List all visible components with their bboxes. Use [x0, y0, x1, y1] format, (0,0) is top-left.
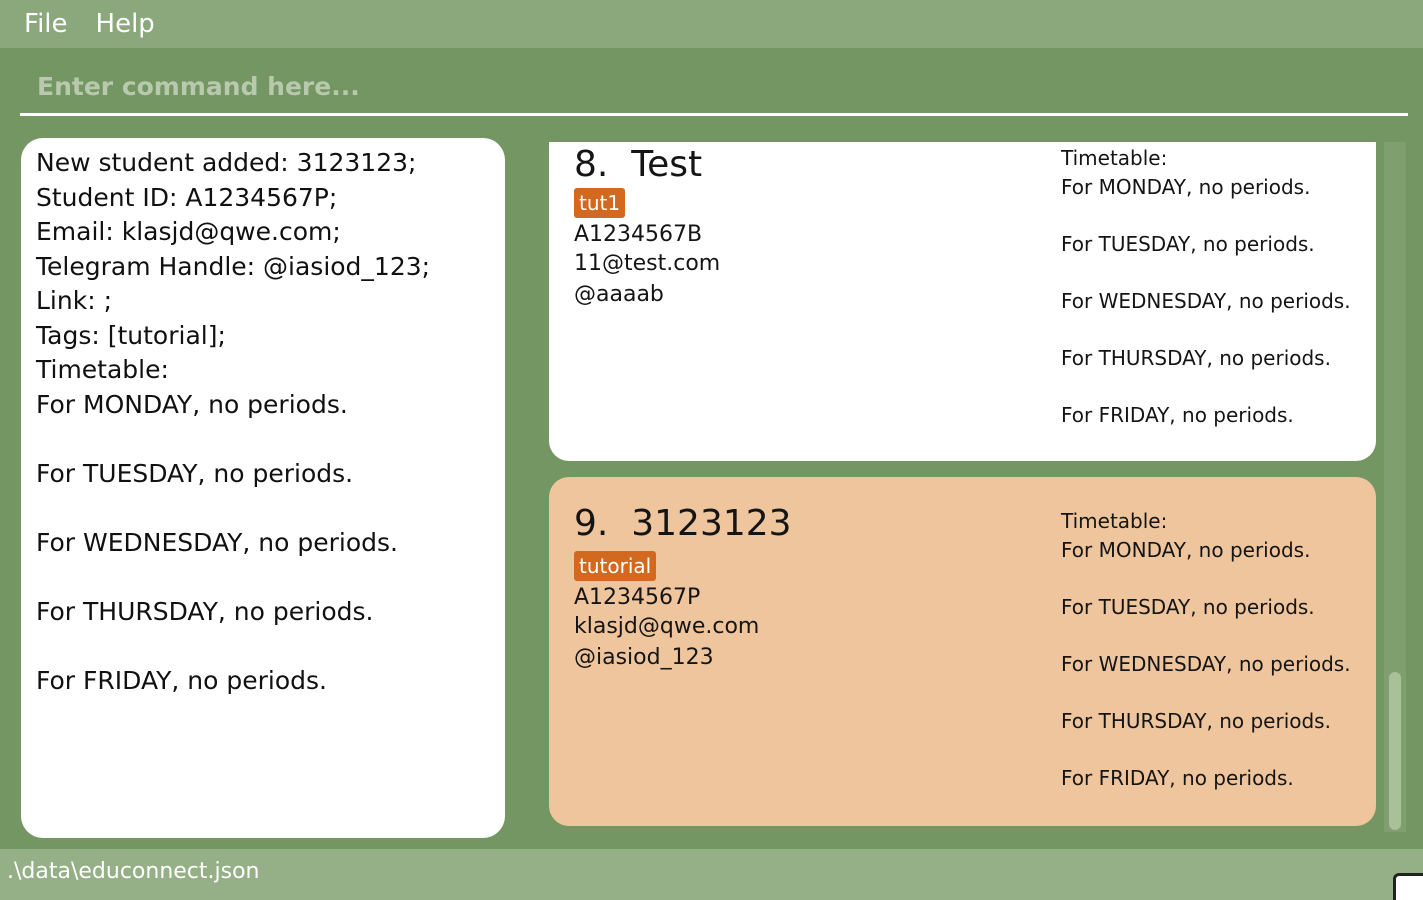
- result-line: For WEDNESDAY, no periods.: [36, 527, 398, 557]
- result-line: For THURSDAY, no periods.: [36, 596, 374, 626]
- command-box: [20, 58, 1408, 116]
- student-id: A1234567B: [574, 222, 703, 247]
- result-line: Timetable:: [36, 355, 169, 384]
- result-line: [36, 422, 490, 457]
- timetable-tuesday: For TUESDAY, no periods.: [1061, 232, 1315, 256]
- menu-help[interactable]: Help: [96, 9, 155, 39]
- result-line: [36, 629, 490, 664]
- timetable-wednesday: For WEDNESDAY, no periods.: [1061, 652, 1351, 676]
- timetable-tuesday: For TUESDAY, no periods.: [1061, 595, 1315, 619]
- student-telegram: @aaaab: [574, 282, 664, 307]
- result-line: For MONDAY, no periods.: [36, 389, 348, 419]
- result-line: For TUESDAY, no periods.: [36, 458, 354, 488]
- student-email: 11@test.com: [574, 251, 721, 276]
- timetable-wednesday: For WEDNESDAY, no periods.: [1061, 289, 1351, 313]
- student-id: A1234567P: [574, 585, 701, 610]
- student-email: klasjd@qwe.com: [574, 614, 760, 639]
- timetable-title: Timetable:: [1061, 509, 1168, 533]
- result-line: Email: klasjd@qwe.com;: [36, 217, 341, 246]
- tag-badge: tut1: [574, 188, 626, 218]
- result-line: Telegram Handle: @iasiod_123;: [36, 251, 431, 281]
- tag-badge: tutorial: [574, 551, 657, 581]
- result-line: [36, 560, 490, 595]
- timetable-title: Timetable:: [1061, 146, 1168, 170]
- result-text: New student added: 3123123; Student ID: A…: [36, 146, 490, 698]
- result-line: Link: ;: [36, 286, 112, 315]
- result-line: Student ID: A1234567P;: [36, 182, 338, 212]
- timetable-friday: For FRIDAY, no periods.: [1061, 766, 1294, 790]
- list-scrollbar[interactable]: [1384, 142, 1406, 832]
- timetable-monday: For MONDAY, no periods.: [1061, 538, 1311, 562]
- scroll-thumb[interactable]: [1389, 672, 1401, 830]
- student-card-selected[interactable]: 9. 3123123 tutorial A1234567P klasjd@qwe…: [549, 477, 1376, 826]
- student-telegram: @iasiod_123: [574, 645, 714, 670]
- student-list[interactable]: 8. Test tut1 A1234567B 11@test.com @aaaa…: [549, 142, 1379, 832]
- student-name: 8. Test: [574, 144, 703, 185]
- result-line: Tags: [tutorial];: [36, 320, 226, 350]
- result-line: New student added: 3123123;: [36, 148, 417, 177]
- resize-grip-icon[interactable]: [1393, 873, 1423, 900]
- student-card[interactable]: 8. Test tut1 A1234567B 11@test.com @aaaa…: [549, 142, 1376, 461]
- menu-bar: File Help: [0, 0, 1423, 48]
- timetable-thursday: For THURSDAY, no periods.: [1061, 346, 1331, 370]
- status-bar: .\data\educonnect.json: [0, 849, 1423, 900]
- timetable-monday: For MONDAY, no periods.: [1061, 175, 1311, 199]
- menu-file[interactable]: File: [24, 9, 68, 39]
- result-line: For FRIDAY, no periods.: [36, 665, 327, 695]
- timetable-thursday: For THURSDAY, no periods.: [1061, 709, 1331, 733]
- result-line: [36, 491, 490, 526]
- student-name: 9. 3123123: [574, 503, 792, 544]
- data-file-path: .\data\educonnect.json: [7, 859, 260, 884]
- timetable-friday: For FRIDAY, no periods.: [1061, 403, 1294, 427]
- command-input[interactable]: [20, 58, 1408, 113]
- result-display[interactable]: New student added: 3123123; Student ID: A…: [21, 138, 505, 838]
